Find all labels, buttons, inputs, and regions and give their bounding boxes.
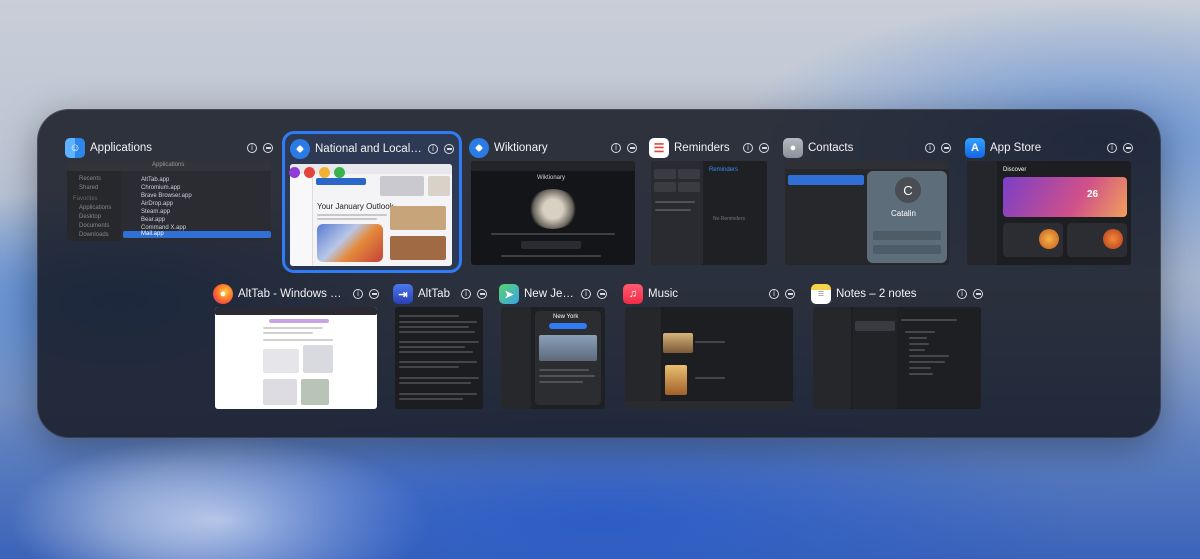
close-window-icon[interactable]: i — [247, 143, 257, 153]
minimize-window-icon[interactable] — [973, 289, 983, 299]
window-tile-notes[interactable]: ≡ Notes – 2 notes i — [811, 282, 983, 410]
window-preview — [215, 307, 377, 409]
preview-header: Applications — [152, 162, 185, 168]
tile-header: ☺ Applications i — [65, 136, 273, 160]
window-title: Wiktionary — [494, 142, 548, 154]
tile-header: ● Contacts i — [783, 136, 951, 160]
minimize-window-icon[interactable] — [597, 289, 607, 299]
app-switcher-panel: ☺ Applications i Applications Recents Sh… — [37, 109, 1161, 438]
close-window-icon[interactable]: i — [581, 289, 591, 299]
window-preview — [625, 307, 793, 409]
preview-empty: No Reminders — [713, 216, 745, 222]
minimize-window-icon[interactable] — [444, 144, 454, 154]
window-tile-wiktionary[interactable]: ✦ Wiktionary i Wiktionary — [469, 136, 637, 266]
window-preview — [395, 307, 483, 409]
window-title: New Jersey — [524, 288, 575, 300]
window-tile-music[interactable]: ♫ Music i — [623, 282, 795, 410]
close-window-icon[interactable]: i — [925, 143, 935, 153]
tile-header: ● AltTab - Windows alt-tab on macOS i — [213, 282, 379, 306]
preview-badge: 26 — [1087, 189, 1099, 200]
window-preview: C Catalin — [785, 161, 949, 265]
window-title: National and Local Weather Radar... — [315, 143, 422, 155]
minimize-window-icon[interactable] — [1123, 143, 1133, 153]
close-window-icon[interactable]: i — [611, 143, 621, 153]
music-icon: ♫ — [623, 284, 643, 304]
minimize-window-icon[interactable] — [477, 289, 487, 299]
minimize-window-icon[interactable] — [759, 143, 769, 153]
preview-place: New York — [553, 314, 579, 320]
tab-dots — [289, 167, 345, 178]
tile-header: ✦ National and Local Weather Radar... i — [290, 137, 454, 161]
window-title: Notes – 2 notes — [836, 288, 917, 300]
window-preview: New York — [501, 307, 605, 409]
window-title: Reminders — [674, 142, 730, 154]
window-title: Applications — [90, 142, 153, 154]
preview-heading: Wiktionary — [537, 175, 566, 181]
appstore-icon: A — [965, 138, 985, 158]
minimize-window-icon[interactable] — [941, 143, 951, 153]
minimize-window-icon[interactable] — [369, 289, 379, 299]
firefox-icon: ● — [213, 284, 233, 304]
preview-heading: Discover — [1003, 167, 1027, 173]
minimize-window-icon[interactable] — [627, 143, 637, 153]
window-title: App Store — [990, 142, 1042, 154]
tile-header: ✦ Wiktionary i — [469, 136, 637, 160]
window-tile-firefox-alttab[interactable]: ● AltTab - Windows alt-tab on macOS i — [213, 282, 379, 410]
window-title: AltTab — [418, 288, 450, 300]
window-tile-app-store[interactable]: A App Store i Discover 26 — [965, 136, 1133, 266]
finder-icon: ☺ — [65, 138, 85, 158]
window-tile-maps[interactable]: ➤ New Jersey i New York — [499, 282, 607, 410]
tile-header: ⇥ AltTab i — [393, 282, 487, 306]
avatar: C — [895, 177, 921, 203]
close-window-icon[interactable]: i — [428, 144, 438, 154]
window-title: Contacts — [808, 142, 854, 154]
preview-headline: Your January Outlook — [317, 202, 394, 211]
close-window-icon[interactable]: i — [1107, 143, 1117, 153]
tile-header: ☰ Reminders i — [649, 136, 769, 160]
window-tile-reminders[interactable]: ☰ Reminders i Reminders No Reminders — [649, 136, 769, 266]
window-preview: Applications Recents Shared Favorites Ap… — [67, 161, 271, 241]
tile-header: ➤ New Jersey i — [499, 282, 607, 306]
minimize-window-icon[interactable] — [263, 143, 273, 153]
close-window-icon[interactable]: i — [461, 289, 471, 299]
window-preview: Your January Outlook — [290, 164, 452, 266]
window-tile-alttab[interactable]: ⇥ AltTab i — [393, 282, 487, 410]
window-title: Music — [648, 288, 679, 300]
contact-name: Catalin — [891, 209, 916, 218]
close-window-icon[interactable]: i — [769, 289, 779, 299]
maps-icon: ➤ — [499, 284, 519, 304]
window-tile-weather[interactable]: ✦ National and Local Weather Radar... i … — [282, 131, 462, 273]
safari-icon: ✦ — [290, 139, 310, 159]
safari-icon: ✦ — [469, 138, 489, 158]
window-title: AltTab - Windows alt-tab on macOS — [238, 288, 347, 300]
alttab-icon: ⇥ — [393, 284, 413, 304]
window-preview: Discover 26 — [967, 161, 1131, 265]
tile-header: A App Store i — [965, 136, 1133, 160]
preview-list: Reminders — [709, 167, 739, 173]
notes-icon: ≡ — [811, 284, 831, 304]
window-preview — [813, 307, 981, 409]
close-window-icon[interactable]: i — [743, 143, 753, 153]
contacts-icon: ● — [783, 138, 803, 158]
window-preview: Reminders No Reminders — [651, 161, 767, 265]
reminders-icon: ☰ — [649, 138, 669, 158]
close-window-icon[interactable]: i — [957, 289, 967, 299]
window-tile-contacts[interactable]: ● Contacts i C Catalin — [783, 136, 951, 266]
window-preview: Wiktionary — [471, 161, 635, 265]
close-window-icon[interactable]: i — [353, 289, 363, 299]
tile-header: ♫ Music i — [623, 282, 795, 306]
tile-header: ≡ Notes – 2 notes i — [811, 282, 983, 306]
minimize-window-icon[interactable] — [785, 289, 795, 299]
window-tile-applications[interactable]: ☺ Applications i Applications Recents Sh… — [65, 136, 273, 244]
